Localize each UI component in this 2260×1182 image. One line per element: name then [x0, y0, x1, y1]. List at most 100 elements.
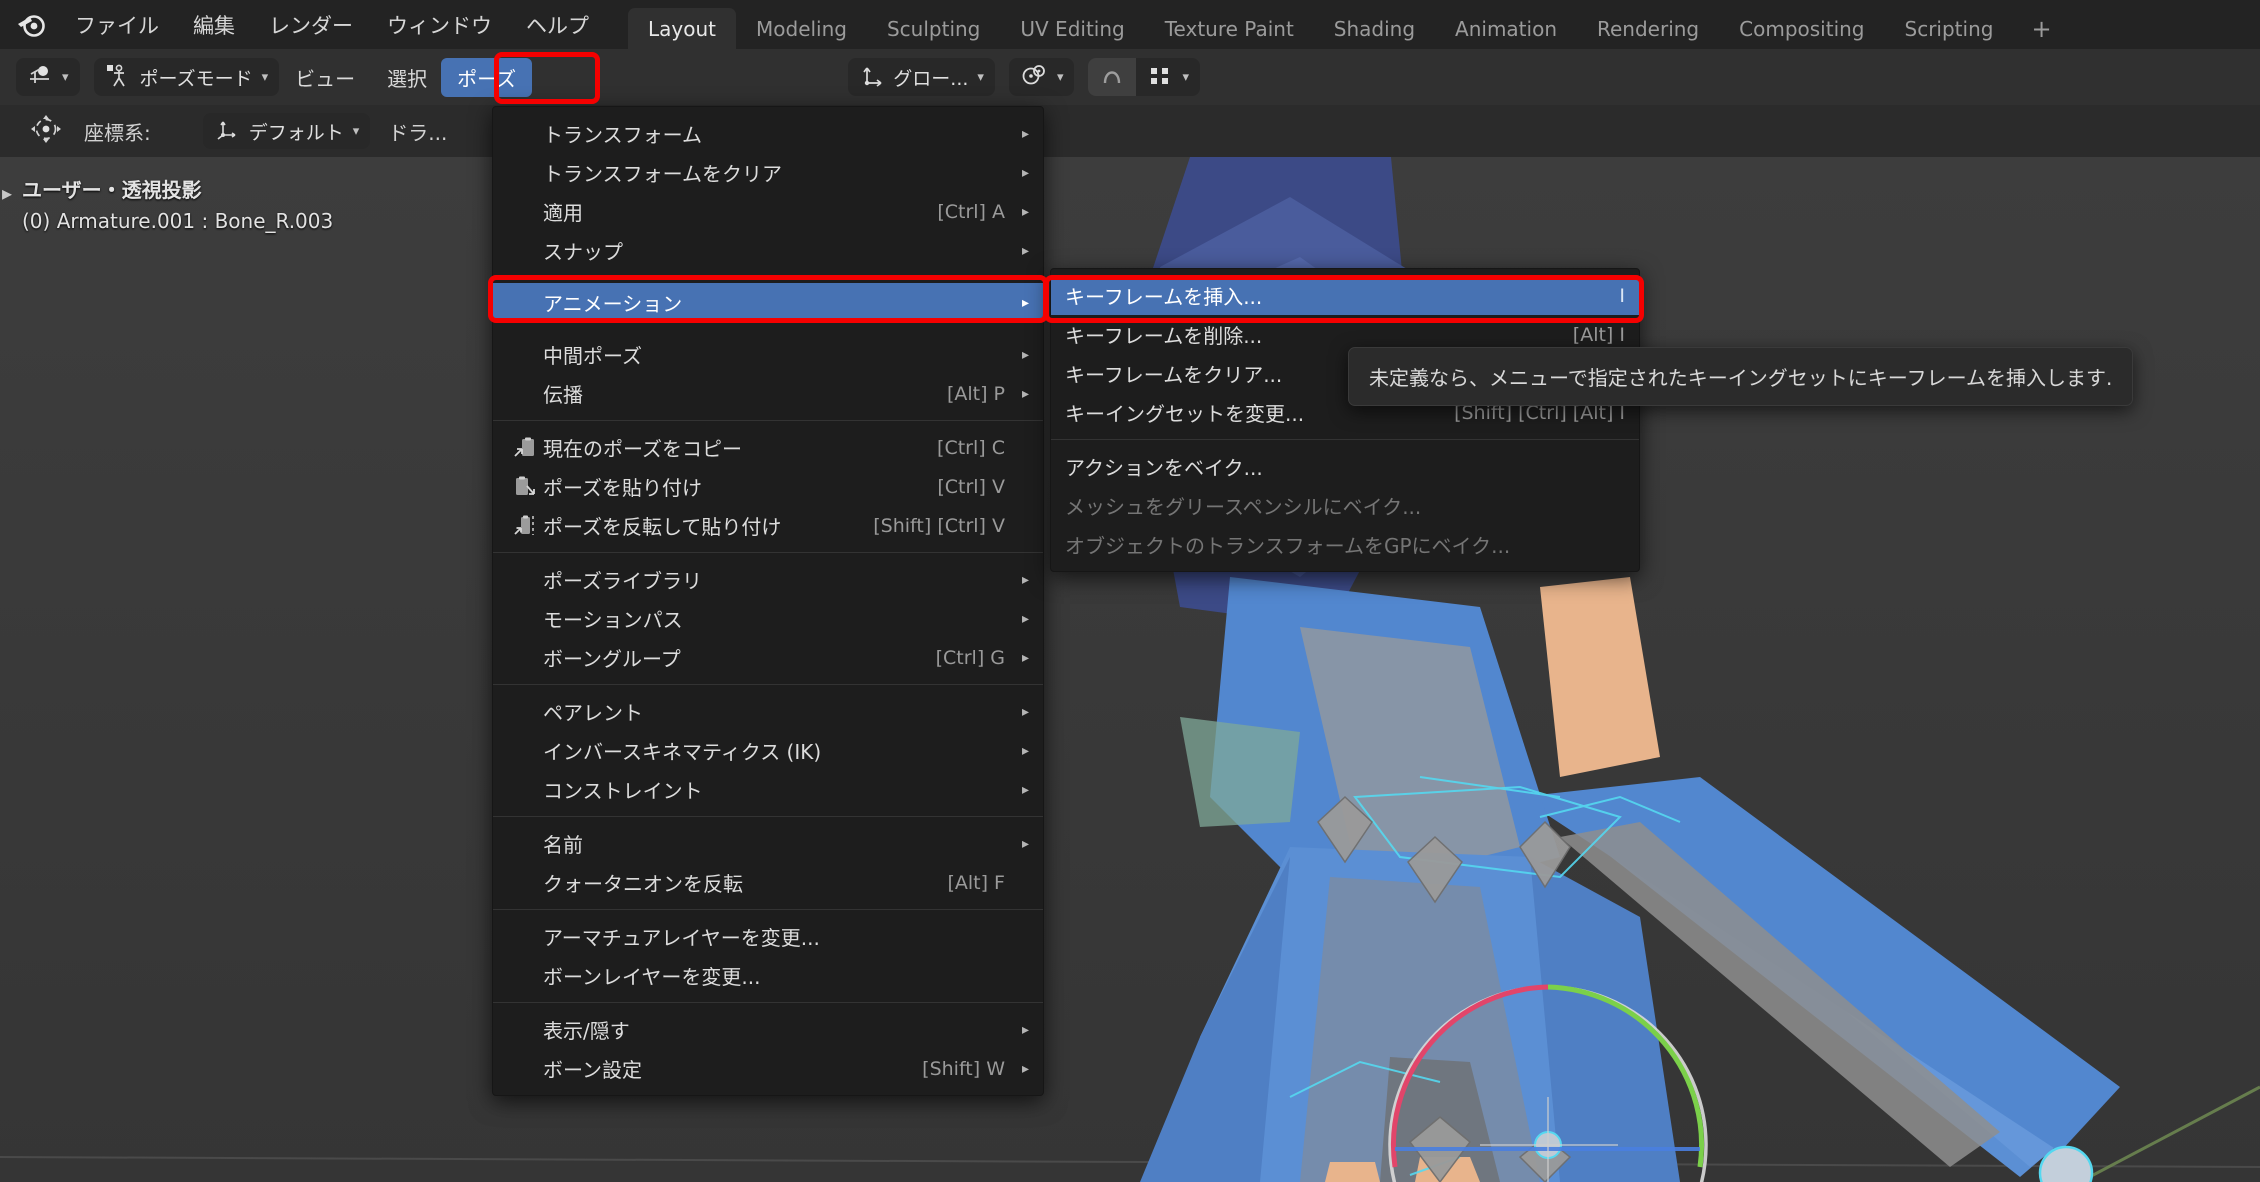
menu-item-paste-pose[interactable]: ポーズを貼り付け [Ctrl] V [493, 467, 1043, 506]
menu-item-accel: [Ctrl] V [937, 475, 1005, 498]
menu-item-constraints[interactable]: コンストレイント ▸ [493, 770, 1043, 809]
topbar-menu-list: ファイル 編集 レンダー ウィンドウ ヘルプ [58, 5, 606, 45]
menu-item-label: モーションパス [543, 608, 683, 632]
proportional-editing-toggle[interactable] [1088, 58, 1137, 96]
transform-pivot-icon[interactable] [30, 114, 62, 148]
menu-item-animation[interactable]: アニメーション ▸ [493, 283, 1043, 322]
submenu-arrow-icon: ▸ [1021, 835, 1029, 852]
chevron-down-icon: ▾ [352, 123, 360, 139]
menu-item-inverse-kinematics[interactable]: インバースキネマティクス (IK) ▸ [493, 731, 1043, 770]
menu-edit[interactable]: 編集 [176, 5, 252, 45]
menu-item-motion-paths[interactable]: モーションパス ▸ [493, 599, 1043, 638]
menu-item-snap[interactable]: スナップ ▸ [493, 231, 1043, 270]
menu-item-label: ポーズを貼り付け [543, 476, 702, 500]
tab-animation[interactable]: Animation [1435, 8, 1577, 49]
pose-mode-icon [105, 62, 131, 93]
menu-item-bone-groups[interactable]: ボーングループ [Ctrl] G ▸ [493, 638, 1043, 677]
menu-item-label: トランスフォームをクリア [543, 162, 782, 186]
menu-gap [493, 322, 1043, 335]
editor-type-selector[interactable]: ▾ [16, 58, 80, 96]
tool-settings-row: 座標系: デフォルト ▾ ドラ... [0, 105, 2260, 157]
menu-item-parent[interactable]: ペアレント ▸ [493, 692, 1043, 731]
proportional-falloff-selector[interactable]: ▾ [1136, 58, 1200, 96]
menu-render[interactable]: レンダー [252, 5, 370, 45]
proportional-edit-icon [1099, 63, 1125, 92]
chevron-down-icon: ▾ [62, 69, 69, 85]
submenu-item-bake-action[interactable]: アクションをベイク... [1051, 447, 1639, 486]
interaction-mode-selector[interactable]: ポーズモード ▾ [93, 58, 280, 96]
menu-item-in-betweens[interactable]: 中間ポーズ ▸ [493, 335, 1043, 374]
menu-select[interactable]: 選択 [371, 63, 435, 92]
tab-shading[interactable]: Shading [1314, 8, 1435, 49]
chevron-down-icon: ▾ [1056, 69, 1064, 85]
submenu-arrow-icon: ▸ [1021, 1021, 1029, 1038]
menu-item-change-armature-layers[interactable]: アーマチュアレイヤーを変更... [493, 917, 1043, 956]
snapping-toggle[interactable]: ▾ [1008, 58, 1075, 96]
menu-item-label: 名前 [543, 833, 583, 857]
tab-uv-editing[interactable]: UV Editing [1000, 8, 1144, 49]
insert-keyframe-tooltip: 未定義なら、メニューで指定されたキーイングセットにキーフレームを挿入します. [1348, 347, 2134, 406]
menu-file[interactable]: ファイル [58, 5, 176, 45]
menu-pose[interactable]: ポーズ [441, 57, 533, 97]
menu-help[interactable]: ヘルプ [509, 5, 606, 45]
menu-item-label: コンストレイント [543, 779, 703, 803]
tooltip-text: 未定義なら、メニューで指定されたキーイングセットにキーフレームを挿入します. [1369, 366, 2113, 390]
add-workspace-button[interactable]: + [2013, 8, 2069, 49]
menu-separator [493, 909, 1043, 910]
menu-window[interactable]: ウィンドウ [370, 5, 509, 45]
tab-texture-paint[interactable]: Texture Paint [1145, 8, 1314, 49]
editor-type-icon [27, 63, 53, 92]
drag-label[interactable]: ドラ... [388, 117, 447, 146]
menu-item-accel: [Ctrl] G [935, 646, 1005, 669]
coordinate-system-selector[interactable]: デフォルト ▾ [202, 113, 371, 149]
menu-item-change-bone-layers[interactable]: ボーンレイヤーを変更... [493, 956, 1043, 995]
menu-item-label: クォータニオンを反転 [543, 872, 743, 896]
menu-item-accel: [Alt] I [1572, 323, 1625, 346]
menu-item-clear-transform[interactable]: トランスフォームをクリア ▸ [493, 153, 1043, 192]
tab-modeling[interactable]: Modeling [736, 8, 867, 49]
menu-item-accel: [Shift] W [922, 1057, 1005, 1080]
submenu-arrow-icon: ▸ [1021, 649, 1029, 666]
transform-orientation-selector[interactable]: グロー... ▾ [848, 58, 995, 96]
submenu-arrow-icon: ▸ [1021, 703, 1029, 720]
menu-item-pose-library[interactable]: ポーズライブラリ ▸ [493, 560, 1043, 599]
menu-item-accel: [Shift] [Ctrl] V [873, 514, 1005, 537]
menu-item-label: ポーズライブラリ [543, 569, 702, 593]
menu-item-bone-settings[interactable]: ボーン設定 [Shift] W ▸ [493, 1049, 1043, 1088]
pose-dropdown-menu[interactable]: トランスフォーム ▸ トランスフォームをクリア ▸ 適用 [Ctrl] A ▸ … [492, 106, 1044, 1096]
falloff-dots-icon [1147, 63, 1173, 92]
transform-orientation-label: グロー... [893, 67, 969, 90]
axis-icon [214, 117, 240, 146]
menu-item-propagate[interactable]: 伝播 [Alt] P ▸ [493, 374, 1043, 413]
submenu-item-bake-object-transform-to-gp: オブジェクトのトランスフォームをGPにベイク... [1051, 525, 1639, 564]
coordinate-system-value: デフォルト [248, 121, 344, 144]
chevron-down-icon: ▾ [977, 69, 984, 85]
interaction-mode-label: ポーズモード [139, 67, 253, 90]
submenu-arrow-icon: ▸ [1021, 610, 1029, 627]
submenu-arrow-icon: ▸ [1021, 125, 1029, 142]
tab-sculpting[interactable]: Sculpting [867, 8, 1000, 49]
tab-compositing[interactable]: Compositing [1719, 8, 1884, 49]
menu-item-label: 中間ポーズ [543, 344, 642, 368]
chevron-right-icon[interactable]: ▸ [2, 181, 12, 205]
menu-item-transform[interactable]: トランスフォーム ▸ [493, 114, 1043, 153]
blender-logo-icon[interactable] [14, 8, 48, 42]
menu-item-label: ボーンレイヤーを変更... [543, 965, 761, 989]
menu-item-show-hide[interactable]: 表示/隠す ▸ [493, 1010, 1043, 1049]
submenu-arrow-icon: ▸ [1021, 385, 1029, 402]
tab-scripting[interactable]: Scripting [1885, 8, 2014, 49]
menu-item-flip-quats[interactable]: クォータニオンを反転 [Alt] F [493, 863, 1043, 902]
menu-item-apply[interactable]: 適用 [Ctrl] A ▸ [493, 192, 1043, 231]
animation-submenu[interactable]: キーフレームを挿入... I キーフレームを削除... [Alt] I キーフレ… [1050, 268, 1640, 572]
menu-item-paste-flipped-pose[interactable]: ポーズを反転して貼り付け [Shift] [Ctrl] V [493, 506, 1043, 545]
tab-layout[interactable]: Layout [628, 8, 736, 49]
menu-item-accel: I [1619, 284, 1625, 307]
submenu-item-insert-keyframe[interactable]: キーフレームを挿入... I [1051, 276, 1639, 315]
menu-item-copy-pose[interactable]: 現在のポーズをコピー [Ctrl] C [493, 428, 1043, 467]
menu-view[interactable]: ビュー [279, 63, 371, 92]
menu-item-names[interactable]: 名前 ▸ [493, 824, 1043, 863]
menu-item-label: 現在のポーズをコピー [543, 437, 742, 461]
tab-rendering[interactable]: Rendering [1577, 8, 1719, 49]
coordinate-system-label: 座標系: [84, 120, 151, 145]
chevron-down-icon: ▾ [1182, 69, 1189, 85]
